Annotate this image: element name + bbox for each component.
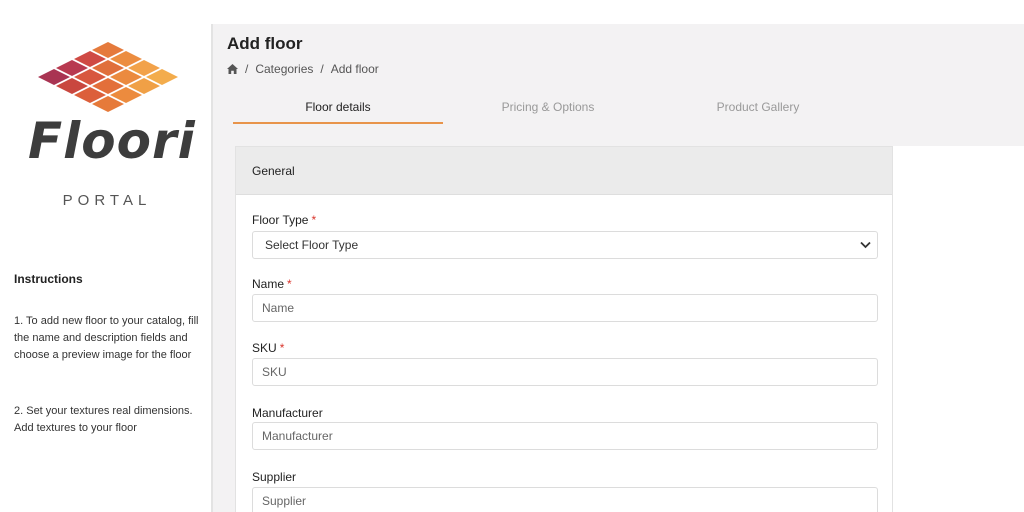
tab-bar: Floor details Pricing & Options Product … [233, 90, 863, 124]
top-bar [213, 0, 1024, 24]
required-mark: * [311, 213, 317, 227]
home-icon[interactable] [227, 64, 238, 74]
breadcrumb-current: Add floor [330, 62, 379, 76]
right-panel [893, 146, 1024, 512]
manufacturer-placeholder: Manufacturer [262, 429, 333, 443]
page-title: Add floor [227, 34, 303, 53]
floor-type-value: Select Floor Type [265, 238, 359, 252]
instruction-step-1: 1. To add new floor to your catalog, fil… [14, 315, 199, 361]
main-content: Add floor / Categories / Add floor Floor… [213, 24, 1024, 512]
instruction-step-2: 2. Set your textures real dimensions. Ad… [14, 405, 193, 434]
general-card: General Floor Type * Select Floor Type Na… [235, 146, 893, 512]
name-input[interactable]: Name [252, 294, 878, 322]
tab-floor-details[interactable]: Floor details [233, 90, 443, 124]
supplier-placeholder: Supplier [262, 494, 307, 508]
name-label: Name * [252, 277, 292, 291]
sku-label: SKU * [252, 341, 285, 355]
sku-input[interactable]: SKU [252, 358, 878, 386]
logo-wordmark: Floori [28, 112, 196, 170]
breadcrumb-separator: / [320, 62, 324, 76]
card-header: General [236, 147, 892, 195]
floor-type-label: Floor Type * [252, 213, 317, 227]
breadcrumb-separator: / [245, 62, 249, 76]
tab-product-gallery[interactable]: Product Gallery [653, 90, 863, 124]
manufacturer-input[interactable]: Manufacturer [252, 422, 878, 450]
name-placeholder: Name [262, 301, 295, 315]
sku-placeholder: SKU [262, 365, 287, 379]
sidebar: Floori PORTAL Instructions 1. To add new… [0, 24, 211, 512]
required-mark: * [287, 277, 292, 291]
floor-type-select[interactable]: Select Floor Type [252, 231, 878, 259]
supplier-input[interactable]: Supplier [252, 487, 878, 512]
required-mark: * [279, 341, 285, 355]
manufacturer-label: Manufacturer [252, 406, 323, 420]
chevron-down-icon [860, 241, 871, 249]
logo-subtitle: PORTAL [62, 192, 152, 209]
breadcrumb-categories[interactable]: Categories [255, 62, 313, 76]
floor-tiles-logo-icon [38, 42, 178, 112]
floori-logo[interactable]: Floori PORTAL [28, 40, 196, 209]
breadcrumb: / Categories / Add floor [227, 62, 379, 76]
tab-pricing-options[interactable]: Pricing & Options [443, 90, 653, 124]
instructions-title: Instructions [14, 272, 83, 286]
supplier-label: Supplier [252, 470, 297, 484]
